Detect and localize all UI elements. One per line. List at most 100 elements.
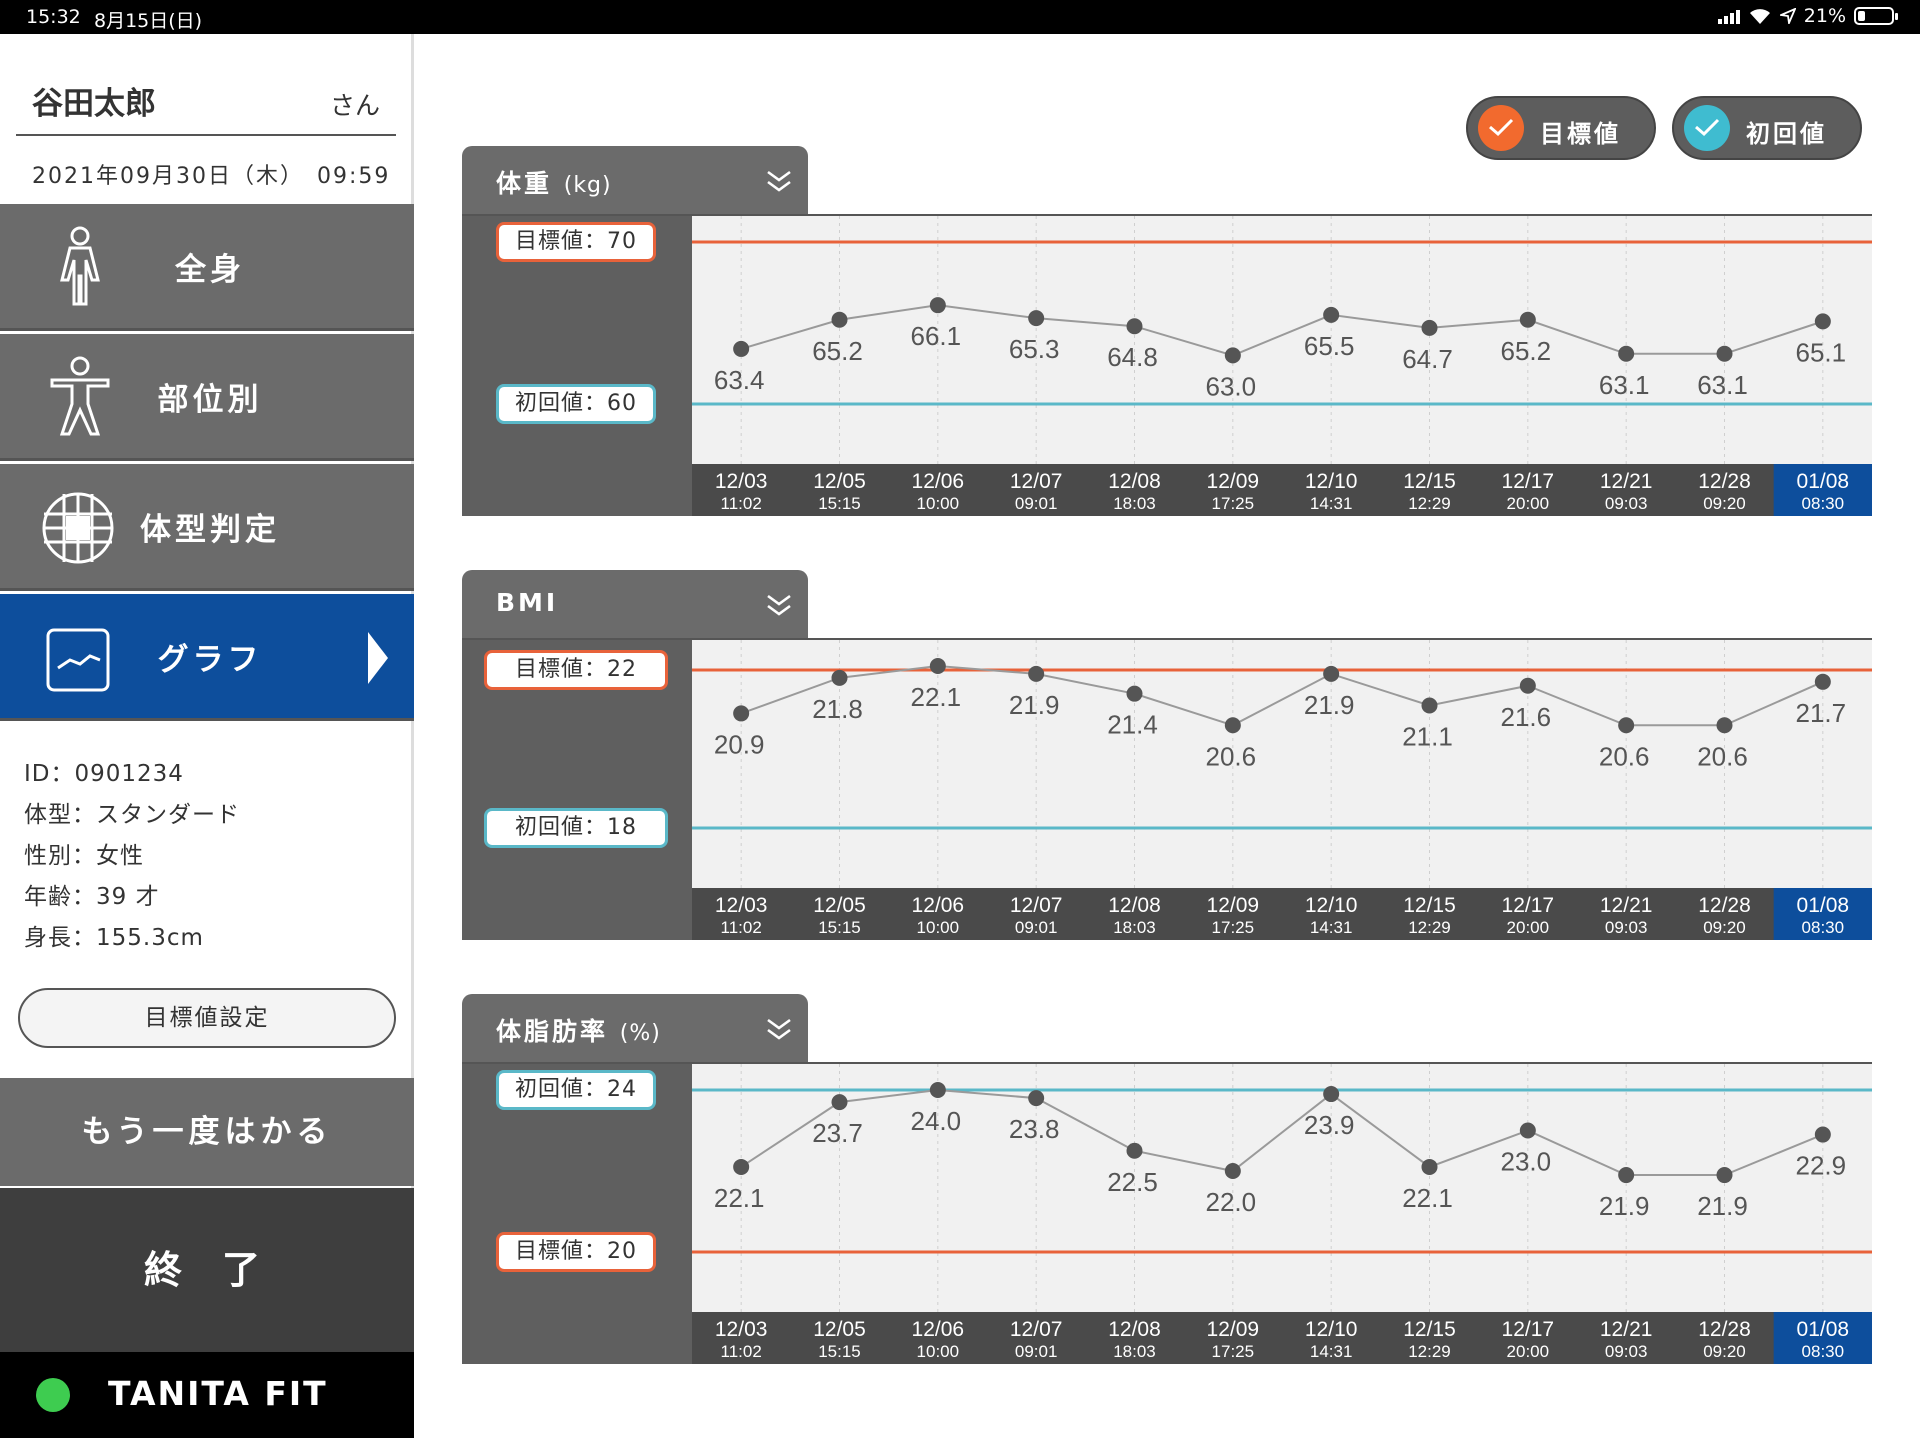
collapse-chevron-icon[interactable] bbox=[764, 166, 794, 196]
menu-graph[interactable]: グラフ bbox=[0, 594, 414, 721]
date-label: 12/03 bbox=[715, 470, 768, 493]
data-point bbox=[733, 1158, 750, 1175]
chart-tab: 体脂肪率 (%) bbox=[462, 994, 808, 1062]
measurement-datetime: 2021年09月30日（木） 09:59 bbox=[32, 164, 391, 189]
time-label: 12:29 bbox=[1408, 1342, 1451, 1361]
data-point bbox=[929, 1082, 946, 1098]
data-label: 21.9 bbox=[1304, 690, 1355, 720]
time-label: 17:25 bbox=[1212, 494, 1255, 513]
time-label: 10:00 bbox=[917, 1342, 960, 1361]
battery-percent: 21% bbox=[1803, 5, 1846, 27]
body-parts-icon bbox=[50, 356, 110, 436]
data-label: 21.1 bbox=[1402, 722, 1453, 752]
menu-body-type[interactable]: 体型判定 bbox=[0, 464, 414, 591]
finish-button[interactable]: 終了 bbox=[0, 1188, 414, 1352]
data-point bbox=[1519, 1122, 1536, 1139]
data-label: 20.9 bbox=[714, 729, 765, 759]
date-label: 12/21 bbox=[1600, 1318, 1653, 1341]
chart-title: 体脂肪率 (%) bbox=[496, 1017, 661, 1046]
goal-value-badge: 目標値：70 bbox=[496, 222, 656, 262]
date-label: 12/17 bbox=[1502, 894, 1555, 917]
data-point bbox=[831, 311, 848, 328]
data-point bbox=[1618, 1167, 1635, 1184]
check-icon bbox=[1478, 105, 1524, 151]
data-label: 23.7 bbox=[812, 1118, 863, 1148]
menu-body-parts[interactable]: 部位別 bbox=[0, 334, 414, 461]
data-label: 23.0 bbox=[1501, 1147, 1552, 1177]
data-point bbox=[1814, 313, 1831, 330]
goal-value-badge: 目標値：22 bbox=[484, 649, 668, 690]
chart-title: 体重 (kg) bbox=[496, 169, 612, 198]
data-label: 20.6 bbox=[1599, 741, 1650, 771]
time-label: 11:02 bbox=[721, 494, 762, 513]
weight-chart-panel: 体重 (kg) 目標値：70 初回値：60 63.4 65.2 66.1 65.3 64… bbox=[462, 146, 1872, 516]
brand-bar: TANITA FIT bbox=[0, 1352, 414, 1438]
date-label: 12/28 bbox=[1698, 470, 1751, 493]
goal-value-badge: 目標値：20 bbox=[496, 1232, 656, 1272]
menu-label: グラフ bbox=[157, 642, 263, 678]
time-label: 14:31 bbox=[1310, 494, 1353, 513]
time-label: 09:20 bbox=[1703, 494, 1746, 513]
data-point bbox=[831, 669, 848, 686]
body-fat-chart-panel: 体脂肪率 (%) 目標値：20 初回値：24 22.1 23.7 24.0 23.8 2… bbox=[462, 994, 1872, 1364]
menu-label: 全身 bbox=[175, 252, 245, 288]
menu-label: 部位別 bbox=[157, 382, 263, 418]
data-point bbox=[1716, 717, 1733, 734]
brand-name: TANITA FIT bbox=[108, 1374, 328, 1413]
date-label: 12/08 bbox=[1108, 1318, 1161, 1341]
data-point bbox=[1323, 665, 1340, 682]
data-point bbox=[1519, 311, 1536, 328]
date-label: 12/06 bbox=[912, 470, 965, 493]
date-label: 12/09 bbox=[1207, 894, 1260, 917]
date-label: 12/08 bbox=[1108, 894, 1161, 917]
time-label: 17:25 bbox=[1212, 918, 1255, 937]
data-point bbox=[733, 340, 750, 357]
sidebar: 谷田太郎 さん 2021年09月30日（木） 09:59 全身 部位別 体型判定… bbox=[0, 34, 414, 1438]
date-label: 12/07 bbox=[1010, 1318, 1063, 1341]
time-label: 14:31 bbox=[1310, 918, 1353, 937]
location-icon bbox=[1779, 8, 1796, 24]
date-label: 12/07 bbox=[1010, 470, 1063, 493]
date-label: 01/08 bbox=[1797, 1318, 1850, 1341]
time-label: 18:03 bbox=[1113, 1342, 1156, 1361]
date-label: 12/10 bbox=[1305, 894, 1358, 917]
chart-tab: 体重 (kg) bbox=[462, 146, 808, 214]
data-label: 20.6 bbox=[1206, 741, 1257, 771]
status-bar: 15:32 8月15日(日) 21% bbox=[0, 0, 1920, 34]
data-point bbox=[929, 658, 946, 674]
series-line bbox=[740, 1088, 1824, 1177]
info-body-type: 体型：スタンダード bbox=[24, 802, 240, 828]
date-label: 12/03 bbox=[715, 1318, 768, 1341]
time-label: 09:01 bbox=[1015, 1342, 1058, 1361]
time-label: 09:20 bbox=[1703, 1342, 1746, 1361]
data-label: 63.4 bbox=[714, 365, 765, 395]
full-body-icon bbox=[60, 226, 100, 306]
date-label: 12/28 bbox=[1698, 1318, 1751, 1341]
data-point bbox=[1126, 318, 1143, 335]
chart-svg: 22.1 23.7 24.0 23.8 22.5 22.0 23.9 22.1 23.0 21.9… bbox=[692, 1064, 1872, 1364]
data-point bbox=[1028, 310, 1045, 327]
date-label: 12/05 bbox=[813, 1318, 866, 1341]
data-label: 65.3 bbox=[1009, 334, 1060, 364]
data-label: 63.1 bbox=[1697, 370, 1748, 400]
user-honorific: さん bbox=[330, 91, 381, 120]
data-label: 64.7 bbox=[1402, 344, 1453, 374]
date-label: 12/06 bbox=[912, 1318, 965, 1341]
date-label: 01/08 bbox=[1797, 894, 1850, 917]
graph-icon bbox=[46, 628, 110, 692]
data-label: 23.9 bbox=[1304, 1110, 1355, 1140]
goal-setting-button[interactable]: 目標値設定 bbox=[18, 988, 396, 1048]
date-label: 12/21 bbox=[1600, 470, 1653, 493]
data-label: 22.5 bbox=[1107, 1167, 1158, 1197]
collapse-chevron-icon[interactable] bbox=[764, 590, 794, 620]
collapse-chevron-icon[interactable] bbox=[764, 1014, 794, 1044]
data-point bbox=[1421, 697, 1438, 714]
wifi-icon bbox=[1749, 9, 1770, 24]
date-label: 12/15 bbox=[1403, 894, 1456, 917]
data-label: 22.1 bbox=[714, 1183, 765, 1213]
remeasure-button[interactable]: もう一度はかる bbox=[0, 1078, 414, 1186]
date-axis bbox=[692, 464, 1872, 516]
date-label: 12/10 bbox=[1305, 470, 1358, 493]
data-label: 65.5 bbox=[1304, 331, 1355, 361]
menu-full-body[interactable]: 全身 bbox=[0, 204, 414, 331]
